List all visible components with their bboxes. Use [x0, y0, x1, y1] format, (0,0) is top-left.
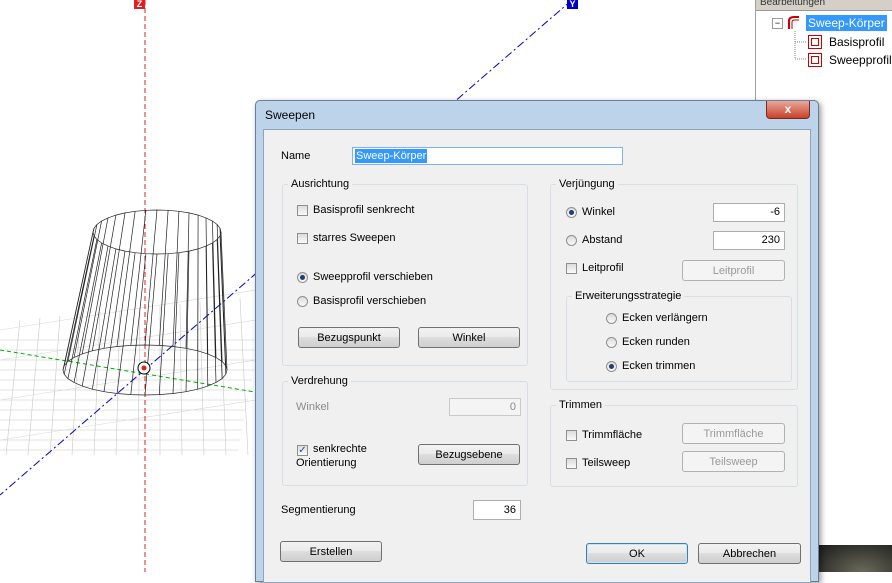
abbrechen-button[interactable]: Abbrechen — [698, 543, 801, 564]
segmentierung-input[interactable]: 36 — [473, 500, 521, 520]
tree-header: Bearbeitungen — [756, 0, 892, 11]
erweiterungsstrategie-title: Erweiterungsstrategie — [572, 290, 685, 302]
ecken-verlaengern-radio[interactable] — [606, 313, 617, 324]
sweepprofil-verschieben-label: Sweepprofil verschieben — [313, 271, 433, 283]
trimmen-title: Trimmen — [556, 399, 605, 411]
senkrechte-label-line2: Orientierung — [296, 457, 357, 469]
ausrichtung-title: Ausrichtung — [288, 178, 353, 190]
name-input-value: Sweep-Körper — [355, 149, 428, 163]
name-input[interactable]: Sweep-Körper — [352, 147, 623, 165]
verdrehung-group: Verdrehung — [282, 375, 528, 486]
wire-top-ring — [92, 209, 222, 255]
ecken-trimmen-label: Ecken trimmen — [622, 360, 696, 372]
ok-button[interactable]: OK — [586, 543, 688, 564]
ausrichtung-winkel-button[interactable]: Winkel — [418, 327, 520, 348]
ecken-runden-radio[interactable] — [606, 337, 617, 348]
verjuengung-winkel-radio[interactable] — [566, 207, 577, 218]
senkrechte-label-line1: senkrechte — [313, 443, 367, 455]
sweep-body-icon — [788, 16, 799, 29]
sweepprofil-verschieben-radio[interactable] — [297, 272, 308, 283]
dialog-title: Sweepen — [265, 108, 316, 122]
sweepprofil-icon — [808, 53, 822, 67]
tree-item-sweep-body[interactable]: Sweep-Körper — [806, 15, 887, 31]
senkrechte-orientierung-checkbox[interactable]: ✓ — [297, 445, 308, 456]
trimmflaeche-label: Trimmfläche — [582, 429, 643, 441]
preview-thumbnail — [818, 545, 892, 572]
trimmflaeche-checkbox[interactable] — [566, 430, 577, 441]
leitprofil-label: Leitprofil — [582, 262, 624, 274]
bezugspunkt-button[interactable]: Bezugspunkt — [298, 327, 400, 348]
segmentierung-label: Segmentierung — [281, 504, 356, 516]
ground-grid — [0, 289, 260, 456]
leitprofil-checkbox[interactable] — [566, 263, 577, 274]
basisprofil-senkrecht-checkbox[interactable] — [297, 205, 308, 216]
y-axis-label: Y — [567, 0, 578, 9]
verjuengung-winkel-label: Winkel — [582, 206, 616, 218]
starres-sweepen-checkbox[interactable] — [297, 233, 308, 244]
x-axis-line — [0, 349, 256, 393]
verjuengung-title: Verjüngung — [556, 178, 618, 190]
verdrehung-winkel-label: Winkel — [296, 401, 330, 413]
verdrehung-title: Verdrehung — [288, 375, 351, 387]
z-axis-label: Z — [134, 0, 145, 9]
teilsweep-checkbox[interactable] — [566, 458, 577, 469]
verdrehung-winkel-input[interactable]: 0 — [449, 398, 521, 416]
erstellen-button[interactable]: Erstellen — [280, 541, 382, 562]
abstand-input[interactable]: 230 — [713, 231, 785, 250]
tree-collapse-toggle[interactable]: − — [772, 18, 783, 29]
ecken-verlaengern-label: Ecken verlängern — [622, 312, 708, 324]
name-label: Name — [281, 150, 311, 162]
bezugsebene-button[interactable]: Bezugsebene — [418, 444, 520, 465]
abstand-radio[interactable] — [566, 235, 577, 246]
trimmflaeche-button[interactable]: Trimmfläche — [682, 423, 785, 444]
teilsweep-button[interactable]: Teilsweep — [682, 451, 785, 472]
trimmen-group: Trimmen — [550, 399, 798, 487]
basisprofil-senkrecht-label: Basisprofil senkrecht — [313, 204, 415, 216]
basisprofil-verschieben-label: Basisprofil verschieben — [313, 295, 427, 307]
close-button[interactable]: x — [766, 101, 810, 119]
leitprofil-button[interactable]: Leitprofil — [682, 260, 785, 281]
ecken-runden-label: Ecken runden — [622, 336, 690, 348]
verjuengung-winkel-input[interactable]: -6 — [713, 203, 785, 222]
basisprofil-icon — [808, 35, 822, 49]
abstand-label: Abstand — [582, 234, 623, 246]
dialog-client-area: Name Sweep-Körper Ausrichtung Basisprofi… — [263, 129, 811, 583]
ecken-trimmen-radio[interactable] — [606, 361, 617, 372]
tree-item-sweepprofil[interactable]: Sweepprofil — [829, 52, 892, 68]
teilsweep-label: Teilsweep — [582, 457, 631, 469]
starres-sweepen-label: starres Sweepen — [313, 232, 396, 244]
sweepen-dialog: Sweepen x Name Sweep-Körper Ausrichtung … — [255, 100, 819, 583]
basisprofil-verschieben-radio[interactable] — [297, 296, 308, 307]
tree-item-basisprofil[interactable]: Basisprofil — [829, 34, 884, 50]
